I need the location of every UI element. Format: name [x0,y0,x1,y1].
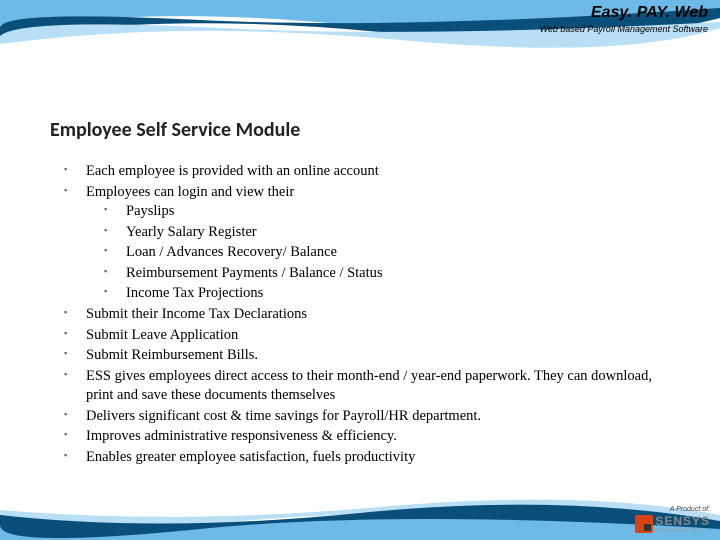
list-item: Each employee is provided with an online… [64,162,664,182]
footer-logo-block: A Product of: SENSYS Technologies Pvt. L… [635,506,710,534]
bullet-list: Each employee is provided with an online… [64,162,664,467]
list-item: ESS gives employees direct access to the… [64,367,664,406]
list-item: Submit Reimbursement Bills. [64,346,664,366]
list-item: Reimbursement Payments / Balance / Statu… [104,264,664,284]
list-item: Yearly Salary Register [104,223,664,243]
company-name: SENSYS [655,514,710,528]
list-item: Payslips [104,202,664,222]
list-item: Loan / Advances Recovery/ Balance [104,243,664,263]
list-item: Enables greater employee satisfaction, f… [64,448,664,468]
list-item: Delivers significant cost & time savings… [64,407,664,427]
list-item: Submit their Income Tax Declarations [64,305,664,325]
header-block: Easy. PAY. Web Web based Payroll Managem… [540,4,708,34]
sub-list: Payslips Yearly Salary Register Loan / A… [104,202,664,304]
footer-label: A Product of: [635,506,710,513]
product-tagline: Web based Payroll Management Software [540,24,708,34]
section-title: Employee Self Service Module [50,118,300,142]
company-sub: Technologies Pvt. Ltd [655,528,710,534]
list-item: Improves administrative responsiveness &… [64,427,664,447]
logo-icon [635,515,653,533]
list-item: Employees can login and view their Paysl… [64,183,664,304]
product-name: Easy. PAY. Web [540,4,708,22]
company-logo: SENSYS Technologies Pvt. Ltd [635,514,710,534]
list-item: Submit Leave Application [64,326,664,346]
footer-wave-graphic [0,485,720,540]
list-item: Income Tax Projections [104,284,664,304]
bullet-content: Each employee is provided with an online… [64,162,664,468]
